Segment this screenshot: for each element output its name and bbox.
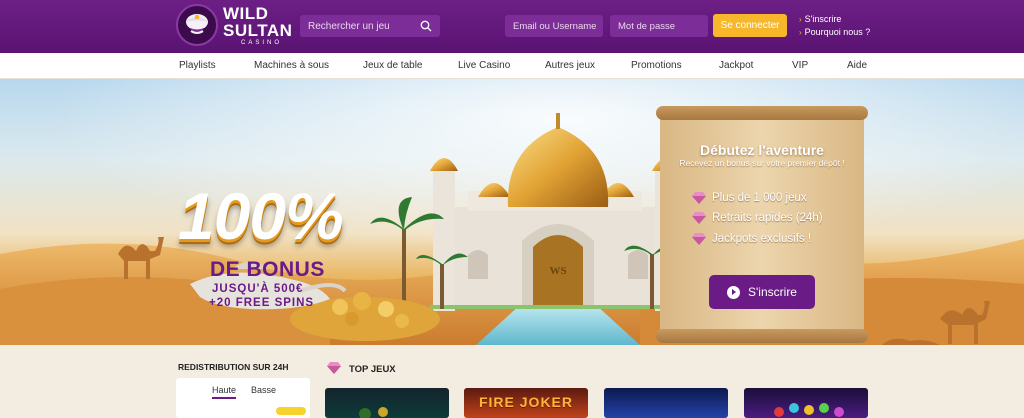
email-field[interactable]	[505, 15, 603, 37]
play-icon	[727, 285, 741, 299]
nav-item-live-casino[interactable]: Live Casino	[458, 60, 510, 71]
feature-item: Jackpots exclusifs !	[692, 233, 811, 245]
scroll-title: Débutez l'aventure	[700, 142, 824, 158]
arrow-icon: ›	[799, 28, 802, 37]
nav-item-jackpot[interactable]: Jackpot	[719, 60, 753, 71]
feature-item: Plus de 1 000 jeux	[692, 192, 807, 204]
nav-item-other-games[interactable]: Autres jeux	[545, 60, 595, 71]
bonus-line-1: DE BONUS	[210, 258, 325, 281]
top-games-title: TOP JEUX	[349, 364, 396, 375]
logo-wild: WILD	[223, 3, 269, 23]
desert-palace-scene: WS	[0, 79, 1024, 345]
nav-item-promotions[interactable]: Promotions	[631, 60, 682, 71]
login-button[interactable]: Se connecter	[713, 14, 787, 37]
password-field-wrap	[610, 15, 708, 37]
search-bar	[300, 15, 440, 37]
nav-item-vip[interactable]: VIP	[792, 60, 808, 71]
why-us-link[interactable]: › Pourquoi nous ?	[799, 26, 870, 39]
scroll-rod-bottom	[656, 329, 868, 343]
nav-item-aide[interactable]: Aide	[847, 60, 867, 71]
bonus-percentage: 100%	[178, 179, 344, 253]
nav-item-table-games[interactable]: Jeux de table	[363, 60, 423, 71]
game-tile[interactable]	[604, 388, 728, 418]
tab-haute[interactable]: Haute	[212, 385, 237, 399]
bonus-line-2: JUSQU'À 500€	[212, 283, 304, 295]
gem-icon	[692, 192, 706, 204]
logo[interactable]: WILD SULTAN CASINO	[176, 4, 292, 46]
signup-button[interactable]: S'inscrire	[709, 275, 815, 309]
tab-basse[interactable]: Basse	[251, 385, 276, 395]
email-field-wrap	[505, 15, 603, 37]
gem-icon	[692, 212, 706, 224]
gem-icon	[692, 233, 706, 245]
lower-section: REDISTRIBUTION SUR 24H Haute Basse TOP J…	[0, 345, 1024, 418]
game-tile[interactable]	[325, 388, 449, 418]
signup-link[interactable]: › S'inscrire	[799, 13, 870, 26]
bonus-line-3: +20 FREE SPINS	[209, 297, 315, 309]
turban-logo-icon	[176, 4, 218, 46]
redistribution-title: REDISTRIBUTION SUR 24H	[178, 362, 289, 372]
search-input[interactable]	[308, 20, 420, 32]
feature-item: Retraits rapides (24h)	[692, 212, 823, 224]
rtp-badge	[276, 407, 306, 415]
logo-sultan: SULTAN	[223, 20, 293, 40]
main-nav: Playlists Machines à sous Jeux de table …	[0, 53, 1024, 79]
game-thumbnail	[359, 407, 388, 418]
search-icon[interactable]	[420, 20, 432, 32]
hero-banner[interactable]: WS 100% DE BONUS JUSQU'À 500€ +20 FREE S…	[0, 79, 1024, 345]
header-links: › S'inscrire › Pourquoi nous ?	[799, 13, 870, 39]
logo-casino: CASINO	[241, 39, 283, 46]
gem-icon	[327, 362, 341, 374]
nav-item-machines[interactable]: Machines à sous	[254, 60, 329, 71]
scroll-subtitle: Recevez un bonus sur votre premier dépôt…	[679, 158, 845, 168]
game-title: FIRE JOKER	[478, 394, 573, 410]
arrow-icon: ›	[799, 15, 802, 24]
game-tile[interactable]: FIRE JOKER	[464, 388, 588, 418]
password-field[interactable]	[610, 15, 708, 37]
nav-item-playlists[interactable]: Playlists	[179, 60, 216, 71]
game-thumbnail	[774, 403, 844, 417]
scroll-rod-top	[656, 106, 868, 120]
door-monogram: WS	[549, 265, 566, 277]
header: WILD SULTAN CASINO Se connecter ›S'inscr…	[0, 0, 1024, 53]
game-tile[interactable]	[744, 388, 868, 418]
